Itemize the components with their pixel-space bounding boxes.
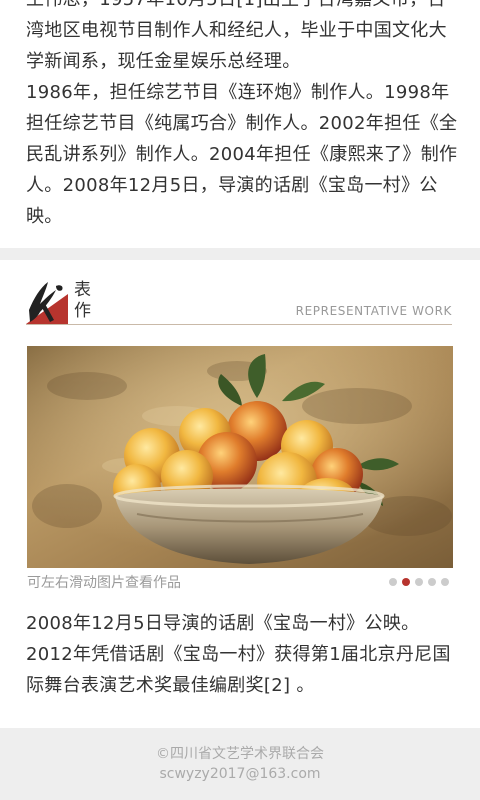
footer-copyright: ©四川省文艺学术界联合会	[156, 746, 324, 762]
works-paragraph: 2008年12月5日导演的话剧《宝岛一村》公映。	[26, 613, 420, 634]
carousel-hint-row: 可左右滑动图片查看作品	[27, 572, 453, 594]
section-title-char: 表	[74, 280, 91, 300]
footer-email[interactable]: scwyzy2017@163.com	[0, 764, 480, 784]
brush-logo-icon	[26, 282, 68, 324]
works-paragraph: 2012年凭借话剧《宝岛一村》获得第1届北京丹尼国际舞台表演艺术奖最佳编剧奖[2…	[26, 644, 451, 696]
carousel-dot-active[interactable]	[402, 578, 410, 586]
section-divider	[0, 248, 480, 260]
page: 王伟忠，1957年10月5日[1]出生于台湾嘉义市，台湾地区电视节目制作人和经纪…	[0, 0, 480, 800]
carousel-dot[interactable]	[389, 578, 397, 586]
section-header: 表 作 REPRESENTATIVE WORK	[26, 280, 452, 326]
bio-paragraph: 王伟忠，1957年10月5日[1]出生于台湾嘉义市，台湾地区电视节目制作人和经纪…	[26, 0, 447, 72]
section-rule	[26, 324, 452, 325]
carousel-dot[interactable]	[428, 578, 436, 586]
artwork-carousel[interactable]	[27, 346, 453, 568]
carousel-dot[interactable]	[441, 578, 449, 586]
section-subtitle: REPRESENTATIVE WORK	[295, 304, 452, 318]
carousel-dot[interactable]	[415, 578, 423, 586]
works-description: 2008年12月5日导演的话剧《宝岛一村》公映。 2012年凭借话剧《宝岛一村》…	[26, 608, 462, 701]
swipe-hint: 可左右滑动图片查看作品	[27, 575, 181, 591]
biography-text: 王伟忠，1957年10月5日[1]出生于台湾嘉义市，台湾地区电视节目制作人和经纪…	[26, 0, 462, 232]
section-title-char: 作	[74, 301, 91, 321]
carousel-dots	[389, 578, 449, 586]
artwork-painting	[27, 346, 453, 568]
bio-paragraph: 1986年，担任综艺节目《连环炮》制作人。1998年担任综艺节目《纯属巧合》制作…	[26, 82, 458, 227]
footer: ©四川省文艺学术界联合会 scwyzy2017@163.com	[0, 728, 480, 800]
section-title: 表 作	[74, 280, 94, 322]
